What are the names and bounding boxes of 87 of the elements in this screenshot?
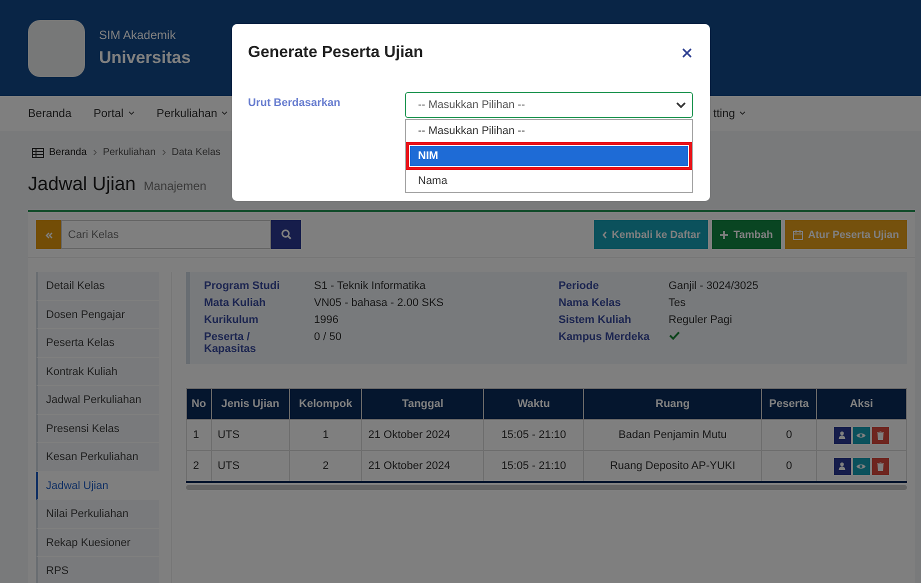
info-value: S1 - Teknik Informatika [314,280,426,292]
column-header: Aksi [816,388,906,420]
info-value: 0 / 50 [314,331,342,345]
info-label: Kampus Merdeka [558,331,651,343]
search-field[interactable]: Cari Kelas [61,220,271,249]
column-header: Waktu [484,388,584,420]
scrollbar[interactable] [186,485,907,490]
sidebar-item[interactable]: Dosen Pengajar [36,300,159,329]
participants-button[interactable] [834,426,851,444]
sidebar-item[interactable]: Peserta Kelas [36,329,159,358]
column-header: Peserta [762,388,816,420]
info-value: Ganjil - 3024/3025 [668,280,758,292]
nav-item[interactable]: Beranda [28,108,72,120]
info-label: Peserta / Kapasitas [204,331,257,355]
table-cell: UTS [211,420,290,450]
breadcrumb-link[interactable]: Perkuliahan [102,147,156,158]
table-cell: 2 [186,450,212,482]
sidebar-item[interactable]: RPS [36,557,159,583]
toolbar-button[interactable]: Tambah [712,220,781,249]
view-button[interactable] [852,426,870,444]
sidebar-item[interactable]: Detail Kelas [36,272,159,300]
chevron-down-icon [676,102,686,108]
column-header: Ruang [584,388,762,420]
app-name: SIM Akademik [99,28,177,42]
info-value: 1996 [314,314,338,326]
chevron-right-icon [162,149,166,156]
chevron-right-icon [92,149,97,156]
double-chevron-left-icon [44,232,52,239]
eye-icon [856,432,866,438]
column-header: Jenis Ujian [211,388,290,420]
participants-button[interactable] [834,458,851,474]
calendar-icon [792,230,803,240]
info-label: Sistem Kuliah [558,314,632,326]
column-header: Tanggal [362,388,484,420]
info-value: VN05 - bahasa - 2.00 SKS [314,297,444,309]
close-icon [682,48,692,58]
logo-placeholder [28,20,85,76]
breadcrumb-link[interactable]: Data Kelas [172,147,221,158]
dropdown-option[interactable]: Nama [406,170,692,192]
nav-item[interactable]: Portal [93,108,135,120]
toolbar-button[interactable]: Kembali ke Daftar [594,220,708,249]
nav-item[interactable]: tting [713,108,746,120]
column-header: Kelompok [290,388,362,420]
info-label: Periode [558,280,600,292]
info-label: Kurikulum [204,314,260,326]
info-label: Mata Kuliah [204,297,267,309]
table-cell: 15:05 - 21:10 [484,420,584,450]
info-label: Program Studi [204,280,281,292]
modal-title: Generate Peserta Ujian [248,44,424,62]
sidebar-item[interactable]: Jadwal Perkuliahan [36,386,159,414]
trash-icon [876,430,884,440]
page-title: Jadwal Ujian [28,174,136,196]
nav-item[interactable]: Perkuliahan [156,108,228,120]
eye-icon [856,462,866,470]
chevron-left-icon [602,230,607,238]
field-label: Urut Berdasarkan [248,96,342,111]
delete-button[interactable] [872,458,889,474]
close-button[interactable] [680,46,694,60]
delete-button[interactable] [872,426,889,444]
dropdown-option[interactable]: -- Masukkan Pilihan -- [406,120,692,142]
table-cell: 1 [186,420,212,450]
view-button[interactable] [852,458,870,474]
search-icon [280,229,292,240]
sidebar-item[interactable]: Presensi Kelas [36,414,159,443]
table-icon [32,148,44,158]
page-subtitle: Manajemen [144,179,206,193]
trash-icon [876,462,884,470]
table-cell: Badan Penjamin Mutu [584,420,762,450]
institution-name: Universitas [99,48,191,68]
column-header: No [186,388,212,420]
info-value: Reguler Pagi [668,314,732,326]
user-icon [838,462,846,470]
table-cell: 0 [762,420,816,450]
table-cell: 21 Oktober 2024 [362,420,484,450]
sidebar-item[interactable]: Kesan Perkuliahan [36,443,159,472]
table-cell: 1 [290,420,362,450]
info-label: Nama Kelas [558,297,622,309]
info-value: Tes [668,297,686,309]
dropdown-option[interactable]: NIM [406,142,692,170]
breadcrumb-link[interactable]: Beranda [49,147,87,158]
plus-icon [720,230,728,238]
select-field[interactable]: -- Masukkan Pilihan -- [405,92,693,118]
sidebar-item[interactable]: Kontrak Kuliah [36,358,159,386]
sidebar-item[interactable]: Rekap Kuesioner [36,528,159,557]
user-icon [838,431,846,439]
sidebar-item[interactable]: Nilai Perkuliahan [36,500,159,528]
search-button[interactable] [271,220,301,249]
